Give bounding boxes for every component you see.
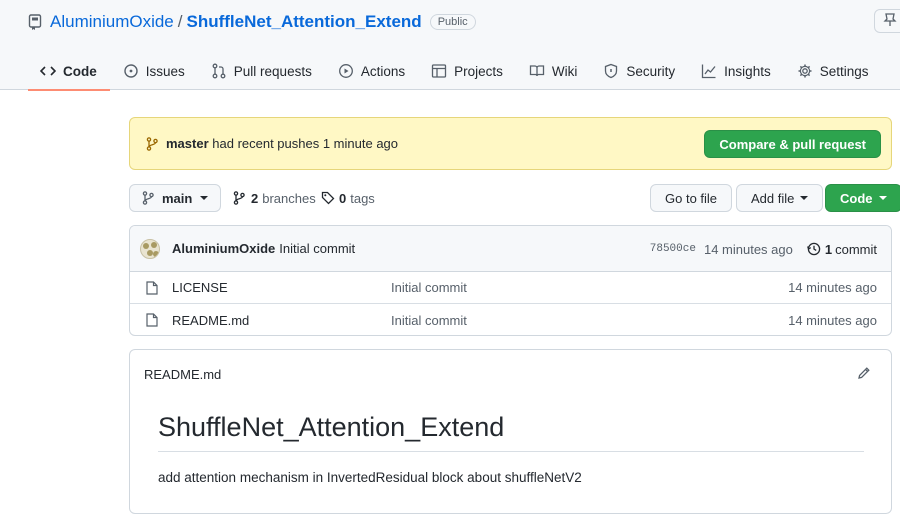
pin-icon [883,12,897,30]
add-file-label: Add file [751,190,795,206]
tab-wiki[interactable]: Wiki [516,52,591,90]
tab-label: Wiki [551,63,578,79]
tab-actions[interactable]: Actions [325,52,418,90]
pin-button[interactable] [874,9,900,33]
repo-header: AluminiumOxide / ShuffleNet_Attention_Ex… [0,0,900,91]
gear-icon [797,63,813,79]
issue-icon [123,63,139,79]
tag-icon [321,191,335,205]
file-age: 14 minutes ago [788,280,877,295]
compare-pull-request-button[interactable]: Compare & pull request [704,130,881,158]
tab-projects[interactable]: Projects [418,52,516,90]
tab-issues[interactable]: Issues [110,52,198,90]
path-separator: / [177,12,183,31]
tags-count: 0 [339,190,347,206]
branches-count: 2 [251,190,259,206]
file-icon [146,280,158,295]
repo-name-link[interactable]: ShuffleNet_Attention_Extend [187,12,422,32]
book-icon [529,63,545,79]
tab-label: Projects [454,63,503,79]
play-icon [338,63,354,79]
readme-panel: README.md ShuffleNet_Attention_Extend ad… [129,349,892,514]
shield-icon [603,63,619,79]
commit-count: 1 [824,241,833,257]
file-name-link[interactable]: LICENSE [172,280,391,295]
tab-settings[interactable]: Settings [784,52,882,90]
branch-icon [142,191,154,205]
code-icon [40,63,56,79]
readme-body-text: add attention mechanism in InvertedResid… [158,470,582,485]
pull-request-icon [211,63,227,79]
recent-push-text: master had recent pushes 1 minute ago [166,136,398,151]
history-icon [806,242,821,256]
pencil-icon[interactable] [857,366,871,380]
branch-icon [233,191,245,205]
commit-author-link[interactable]: AluminiumOxide [172,241,275,256]
commit-sha-link[interactable]: 78500ce [650,243,696,255]
tab-label: Settings [819,63,869,79]
add-file-button[interactable]: Add file [736,184,824,212]
graph-icon [701,63,717,79]
branches-link[interactable]: 2 branches [233,184,316,212]
code-download-button[interactable]: Code [825,184,900,212]
file-commit-link[interactable]: Initial commit [391,280,467,295]
tab-label: Insights [724,63,771,79]
repo-title: AluminiumOxide / ShuffleNet_Attention_Ex… [28,10,476,34]
tab-label: Issues [145,63,185,79]
commit-history-link[interactable]: 1 commit [806,241,877,257]
file-navigation: main 2 branches 0 tags Go to file Add fi… [129,184,900,212]
current-branch-label: main [162,190,193,206]
chevron-down-icon [800,196,809,200]
repo-icon [28,14,42,30]
repo-owner-link[interactable]: AluminiumOxide [50,12,174,32]
commit-message-link[interactable]: Initial commit [279,241,355,256]
readme-filename[interactable]: README.md [144,367,221,382]
commit-age: 14 minutes ago [703,241,793,257]
push-message: had recent pushes 1 minute ago [212,136,399,151]
readme-heading: ShuffleNet_Attention_Extend [158,412,864,452]
go-to-file-button[interactable]: Go to file [650,184,733,212]
table-row: LICENSE Initial commit 14 minutes ago [130,272,891,304]
chevron-down-icon [878,196,887,200]
tab-label: Pull requests [233,63,312,79]
file-browser: AluminiumOxide Initial commit 78500ce 14… [129,225,892,336]
avatar[interactable] [140,238,160,259]
readme-header: README.md [130,350,891,398]
table-row: README.md Initial commit 14 minutes ago [130,304,891,335]
branch-select-button[interactable]: main [129,184,222,212]
chevron-down-icon [200,196,209,200]
table-icon [431,63,447,79]
file-age: 14 minutes ago [788,312,877,328]
branches-label: branches [262,190,316,206]
tab-insights[interactable]: Insights [688,52,784,90]
recent-push-banner: master had recent pushes 1 minute ago Co… [129,117,892,170]
tab-security[interactable]: Security [590,52,688,90]
tab-pull-requests[interactable]: Pull requests [198,52,325,90]
tab-label: Code [63,63,97,79]
tags-link[interactable]: 0 tags [321,184,375,212]
tab-label: Security [626,63,676,79]
commit-meta: 78500ce 14 minutes ago 1 commit [650,226,877,272]
commit-count-label: commit [835,241,877,257]
branch-icon [146,136,158,151]
code-button-label: Code [840,190,873,206]
visibility-badge: Public [429,14,476,30]
file-icon [146,313,158,327]
file-name-link[interactable]: README.md [172,313,391,328]
repo-tabs: Code Issues Pull requests Actions Projec… [28,52,882,91]
latest-commit-bar: AluminiumOxide Initial commit 78500ce 14… [130,226,891,272]
tags-label: tags [350,190,375,206]
file-commit-link[interactable]: Initial commit [391,313,467,328]
pushed-branch-name[interactable]: master [166,136,209,151]
tab-code[interactable]: Code [28,52,110,91]
tab-label: Actions [360,63,406,79]
